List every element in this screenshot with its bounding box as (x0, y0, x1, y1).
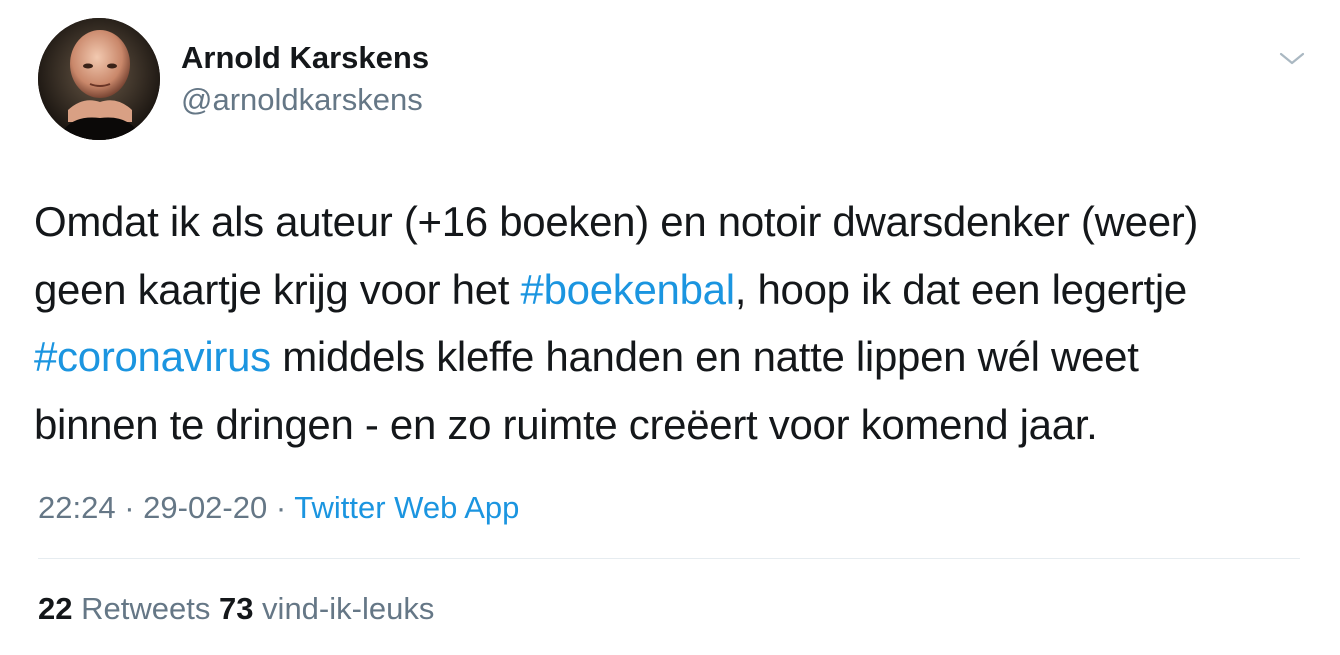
tweet-time[interactable]: 22:24 (38, 490, 116, 525)
hashtag-link-boekenbal[interactable]: #boekenbal (521, 266, 736, 313)
meta-separator: · (267, 490, 295, 525)
tweet-text-segment: geen kaartje krijg voor het (34, 265, 521, 313)
retweets-count: 22 (38, 591, 73, 626)
tweet-text: Omdat ik als auteur (+16 boeken) en noto… (34, 188, 1309, 458)
display-name[interactable]: Arnold Karskens (181, 40, 429, 76)
tweet-text-segment: middels kleffe handen en natte lippen wé… (270, 333, 1139, 380)
tweet-date[interactable]: 29-02-20 (143, 490, 267, 525)
likes-count: 73 (218, 591, 254, 626)
tweet-text-line: binnen te dringen - en zo ruimte creëert… (34, 400, 1098, 448)
tweet-meta: 22:24 · 29-02-20 · Twitter Web App (38, 488, 519, 528)
retweets-label: Retweets (72, 591, 211, 626)
profile-photo (38, 18, 160, 140)
hashtag-link-coronavirus[interactable]: #coronavirus (34, 333, 271, 380)
meta-separator: · (115, 490, 144, 525)
divider (38, 558, 1300, 559)
avatar[interactable] (38, 18, 160, 140)
chevron-down-icon[interactable] (1278, 46, 1306, 70)
tweet-text-segment: , hoop ik dat een legertje (734, 265, 1188, 313)
user-handle[interactable]: @arnoldkarskens (181, 82, 423, 118)
likes-stat[interactable]: 73 vind-ik-leuks (219, 591, 434, 626)
tweet-stats: 22 Retweets 73 vind-ik-leuks (38, 589, 434, 629)
tweet-text-line: Omdat ik als auteur (+16 boeken) en noto… (34, 198, 1199, 245)
retweets-stat[interactable]: 22 Retweets (38, 591, 210, 626)
tweet-source-link[interactable]: Twitter Web App (294, 490, 519, 525)
likes-label: vind-ik-leuks (253, 591, 435, 626)
